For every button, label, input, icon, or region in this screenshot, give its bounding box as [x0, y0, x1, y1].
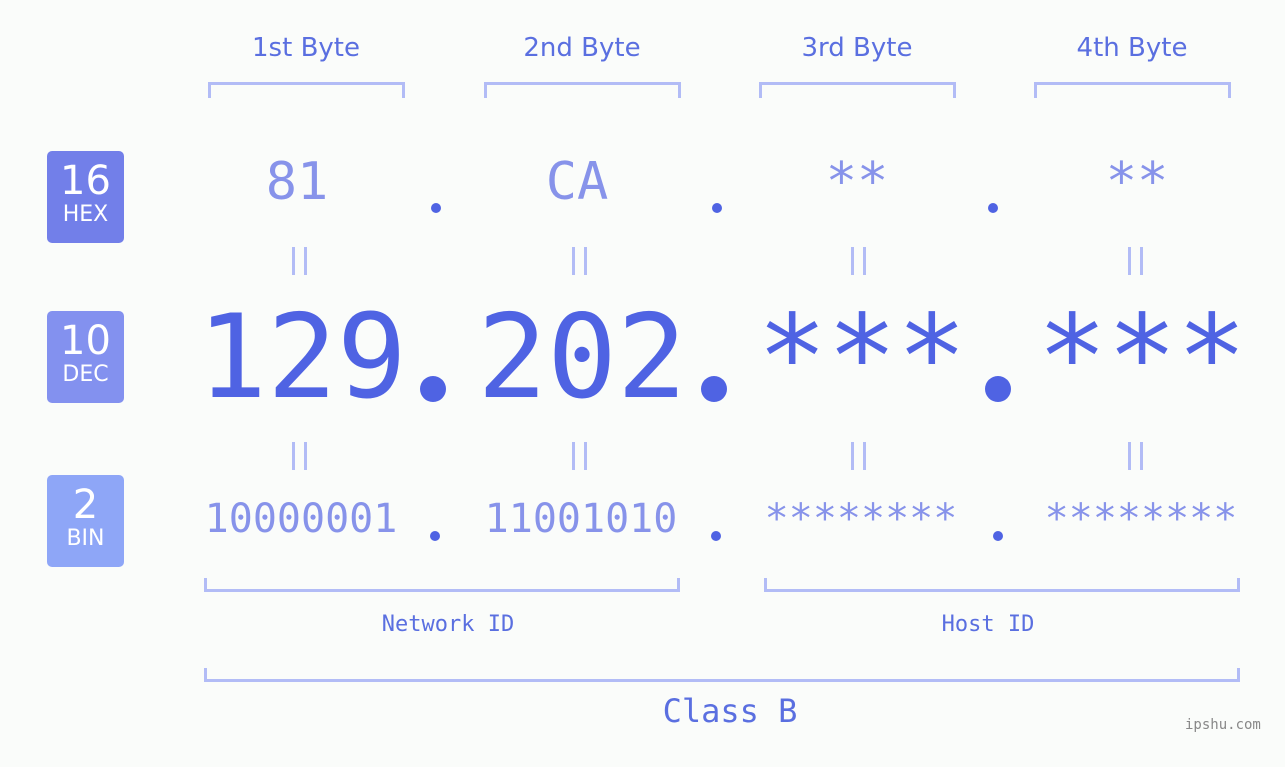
- dec-dot-1: [420, 376, 446, 402]
- bin-dot-3: [993, 531, 1003, 541]
- watermark: ipshu.com: [1185, 717, 1261, 733]
- equals-mark: [863, 247, 866, 275]
- network-bracket: [204, 578, 680, 592]
- equals-mark: [851, 442, 854, 470]
- equals-mark: [292, 247, 295, 275]
- byte-header-4: 4th Byte: [1076, 33, 1188, 63]
- dec-byte-2: 202: [477, 290, 687, 425]
- bin-byte-3: ********: [764, 496, 958, 542]
- bin-byte-1: 10000001: [204, 496, 398, 542]
- dec-byte-4: ***: [1037, 290, 1247, 425]
- equals-mark: [1140, 442, 1143, 470]
- bin-dot-1: [430, 531, 440, 541]
- equals-mark: [584, 247, 587, 275]
- equals-mark: [572, 247, 575, 275]
- equals-mark: [292, 442, 295, 470]
- hex-byte-1: 81: [265, 152, 329, 212]
- bin-dot-2: [711, 531, 721, 541]
- equals-mark: [304, 442, 307, 470]
- network-id-label: Network ID: [381, 612, 515, 637]
- dec-dot-2: [701, 376, 727, 402]
- equals-mark: [1128, 442, 1131, 470]
- bin-label: BIN: [66, 526, 105, 551]
- bin-badge: 2 BIN: [47, 475, 124, 567]
- byte-header-1: 1st Byte: [252, 33, 360, 63]
- equals-mark: [1140, 247, 1143, 275]
- equals-mark: [863, 442, 866, 470]
- dec-byte-3: ***: [757, 290, 967, 425]
- hex-label: HEX: [62, 202, 109, 227]
- hex-base: 16: [60, 158, 111, 204]
- equals-mark: [584, 442, 587, 470]
- byte-bracket-2: [484, 82, 681, 98]
- hex-badge: 16 HEX: [47, 151, 124, 243]
- bin-byte-4: ********: [1044, 496, 1238, 542]
- equals-mark: [851, 247, 854, 275]
- hex-dot-1: [431, 203, 441, 213]
- bin-byte-2: 11001010: [484, 496, 678, 542]
- byte-header-3: 3rd Byte: [801, 33, 913, 63]
- host-id-label: Host ID: [941, 612, 1035, 637]
- class-label: Class B: [662, 692, 798, 730]
- class-bracket: [204, 668, 1240, 682]
- dec-base: 10: [60, 318, 111, 364]
- byte-bracket-3: [759, 82, 956, 98]
- hex-dot-3: [988, 203, 998, 213]
- hex-byte-3: **: [825, 152, 889, 212]
- dec-dot-3: [985, 376, 1011, 402]
- equals-mark: [304, 247, 307, 275]
- bin-base: 2: [72, 482, 99, 528]
- equals-mark: [1128, 247, 1131, 275]
- byte-header-2: 2nd Byte: [523, 33, 641, 63]
- hex-byte-4: **: [1105, 152, 1169, 212]
- byte-bracket-4: [1034, 82, 1231, 98]
- equals-mark: [572, 442, 575, 470]
- dec-badge: 10 DEC: [47, 311, 124, 403]
- dec-byte-1: 129: [197, 290, 407, 425]
- hex-byte-2: CA: [545, 152, 609, 212]
- dec-label: DEC: [62, 362, 109, 387]
- host-bracket: [764, 578, 1240, 592]
- byte-bracket-1: [208, 82, 405, 98]
- hex-dot-2: [712, 203, 722, 213]
